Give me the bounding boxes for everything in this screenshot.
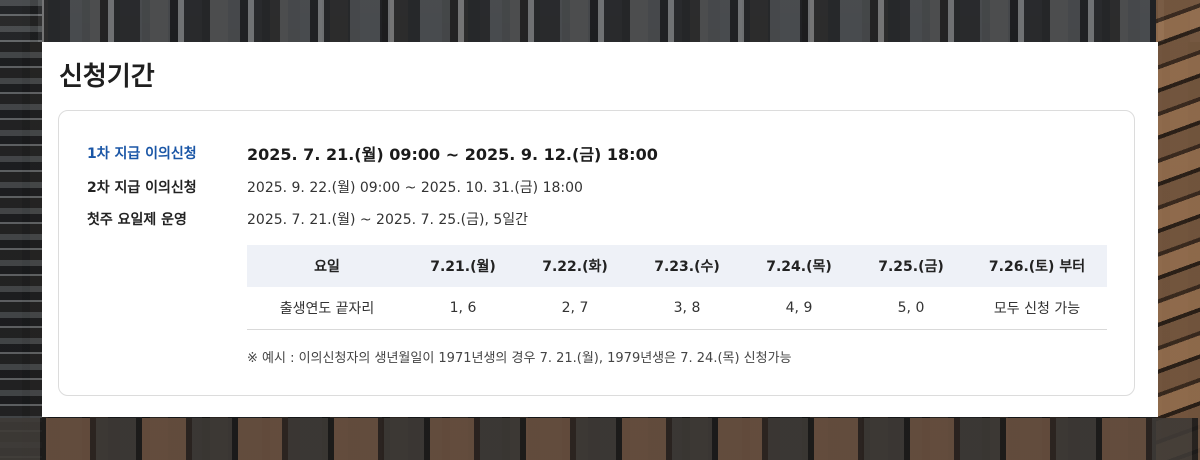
background-bottom-strip — [0, 418, 1200, 460]
period-value: 2025. 7. 21.(월) 09:00 ~ 2025. 9. 12.(금) … — [247, 145, 658, 164]
table-header-cell: 7.21.(월) — [407, 245, 519, 287]
table-row: 출생연도 끝자리 1, 6 2, 7 3, 8 4, 9 5, 0 모두 신청 … — [247, 287, 1107, 330]
table-header-cell: 7.22.(화) — [519, 245, 631, 287]
background-right-strip — [1156, 0, 1200, 460]
period-label: 2차 지급 이의신청 — [87, 180, 197, 196]
table-header-row: 요일 7.21.(월) 7.22.(화) 7.23.(수) 7.24.(목) 7… — [247, 245, 1107, 287]
table-cell: 4, 9 — [743, 287, 855, 330]
period-row-weekday: 첫주 요일제 운영 2025. 7. 21.(월) ~ 2025. 7. 25.… — [87, 209, 528, 229]
period-card: 1차 지급 이의신청 2025. 7. 21.(월) 09:00 ~ 2025.… — [58, 110, 1135, 396]
table-cell: 5, 0 — [855, 287, 967, 330]
period-value: 2025. 7. 21.(월) ~ 2025. 7. 25.(금), 5일간 — [247, 212, 529, 228]
section-title: 신청기간 — [59, 62, 155, 92]
table-cell: 출생연도 끝자리 — [247, 287, 407, 330]
table-header-cell: 요일 — [247, 245, 407, 287]
table-header-cell: 7.26.(토) 부터 — [967, 245, 1107, 287]
weekday-schedule-table: 요일 7.21.(월) 7.22.(화) 7.23.(수) 7.24.(목) 7… — [247, 245, 1107, 330]
period-label: 1차 지급 이의신청 — [87, 146, 197, 162]
background-top-strip — [0, 0, 1200, 42]
period-value: 2025. 9. 22.(월) 09:00 ~ 2025. 10. 31.(금)… — [247, 180, 583, 196]
period-row-first: 1차 지급 이의신청 2025. 7. 21.(월) 09:00 ~ 2025.… — [87, 141, 658, 165]
table-cell: 1, 6 — [407, 287, 519, 330]
table-header-cell: 7.24.(목) — [743, 245, 855, 287]
application-period-panel: 신청기간 1차 지급 이의신청 2025. 7. 21.(월) 09:00 ~ … — [42, 42, 1158, 417]
table-header-cell: 7.23.(수) — [631, 245, 743, 287]
background-left-strip — [0, 0, 42, 460]
period-label: 첫주 요일제 운영 — [87, 212, 187, 228]
table-header-cell: 7.25.(금) — [855, 245, 967, 287]
table-cell: 2, 7 — [519, 287, 631, 330]
example-note: ※ 예시 : 이의신청자의 생년월일이 1971년생의 경우 7. 21.(월)… — [247, 351, 792, 366]
table-cell: 모두 신청 가능 — [967, 287, 1107, 330]
table-cell: 3, 8 — [631, 287, 743, 330]
period-row-second: 2차 지급 이의신청 2025. 9. 22.(월) 09:00 ~ 2025.… — [87, 177, 583, 197]
